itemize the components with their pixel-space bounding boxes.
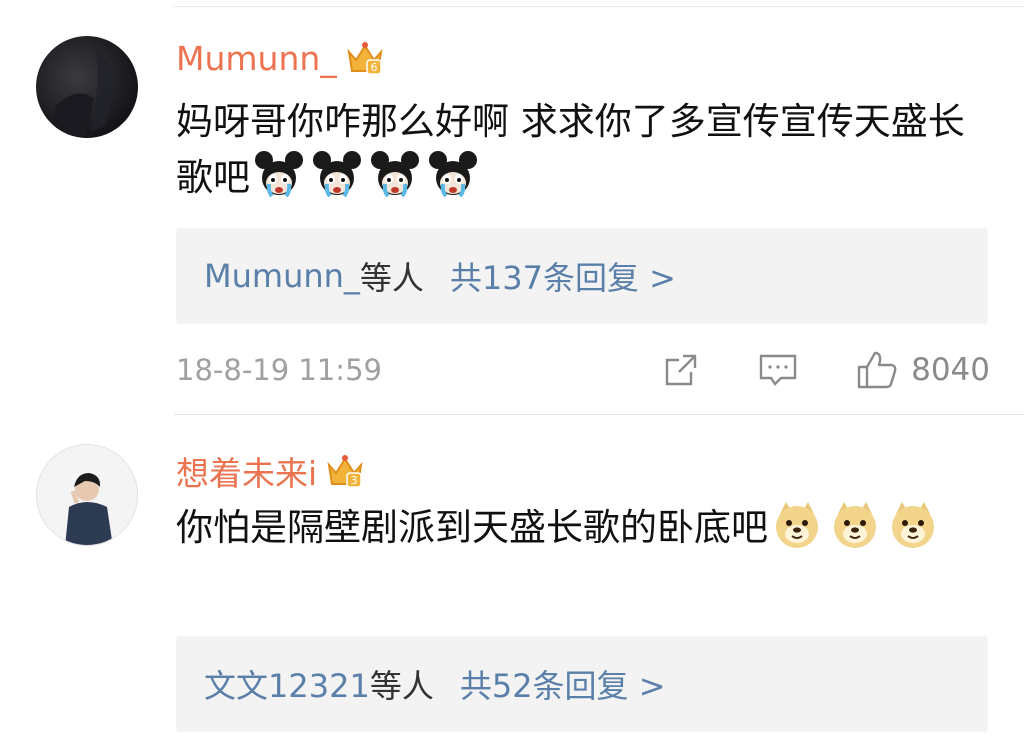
reply-authors[interactable]: Mumunn_ [204, 257, 360, 295]
badge-level: 6 [370, 61, 377, 74]
comment-item: Mumunn_ 6 妈呀哥你咋那么好啊 求求你了多宣传宣传天盛长歌吧 Mumun… [0, 0, 1024, 414]
comment-text-content: 你怕是隔壁剧派到天盛长歌的卧底吧 [176, 506, 768, 549]
username-text[interactable]: 想着未来i [176, 447, 317, 495]
mickey-crying-icon [254, 150, 304, 216]
doge-icon [888, 500, 938, 566]
comment-text: 妈呀哥你咋那么好啊 求求你了多宣传宣传天盛长歌吧 [176, 94, 996, 216]
share-icon [665, 354, 697, 386]
crown-badge-icon: 3 [325, 451, 365, 491]
reply-count-link[interactable]: 共52条回复 > [460, 661, 666, 707]
mickey-crying-icon [370, 150, 420, 216]
mickey-crying-icon [428, 150, 478, 216]
reply-authors[interactable]: 文文12321 [204, 661, 370, 707]
reply-authors-suffix: 等人 [359, 259, 424, 297]
avatar[interactable] [36, 36, 138, 138]
reply-authors-suffix: 等人 [369, 667, 434, 705]
comment-meta: 18-8-19 11:59 8040 [176, 348, 990, 392]
comment-button[interactable] [757, 350, 799, 390]
avatar[interactable] [36, 444, 138, 546]
comment-item: 想着未来i 3 你怕是隔壁剧派到天盛长歌的卧底吧 文文12321 等人 共52条回… [0, 414, 1024, 738]
timestamp: 18-8-19 11:59 [176, 353, 382, 387]
username[interactable]: 想着未来i 3 [176, 447, 365, 495]
share-button[interactable] [661, 350, 701, 390]
thumbs-up-icon [857, 351, 897, 389]
comment-text: 你怕是隔壁剧派到天盛长歌的卧底吧 [176, 500, 996, 566]
crown-badge-icon: 6 [345, 38, 385, 78]
replies-box[interactable]: Mumunn_ 等人 共137条回复 > [176, 228, 988, 324]
comment-icon [759, 354, 797, 386]
replies-box[interactable]: 文文12321 等人 共52条回复 > [176, 636, 988, 732]
username[interactable]: Mumunn_ 6 [176, 38, 385, 78]
mickey-crying-icon [312, 150, 362, 216]
like-button[interactable]: 8040 [855, 349, 990, 391]
badge-level: 3 [351, 474, 358, 487]
doge-icon [830, 500, 880, 566]
doge-icon [772, 500, 822, 566]
username-text[interactable]: Mumunn_ [176, 39, 337, 78]
like-count: 8040 [911, 352, 990, 388]
reply-count-link[interactable]: 共137条回复 > [450, 253, 676, 299]
